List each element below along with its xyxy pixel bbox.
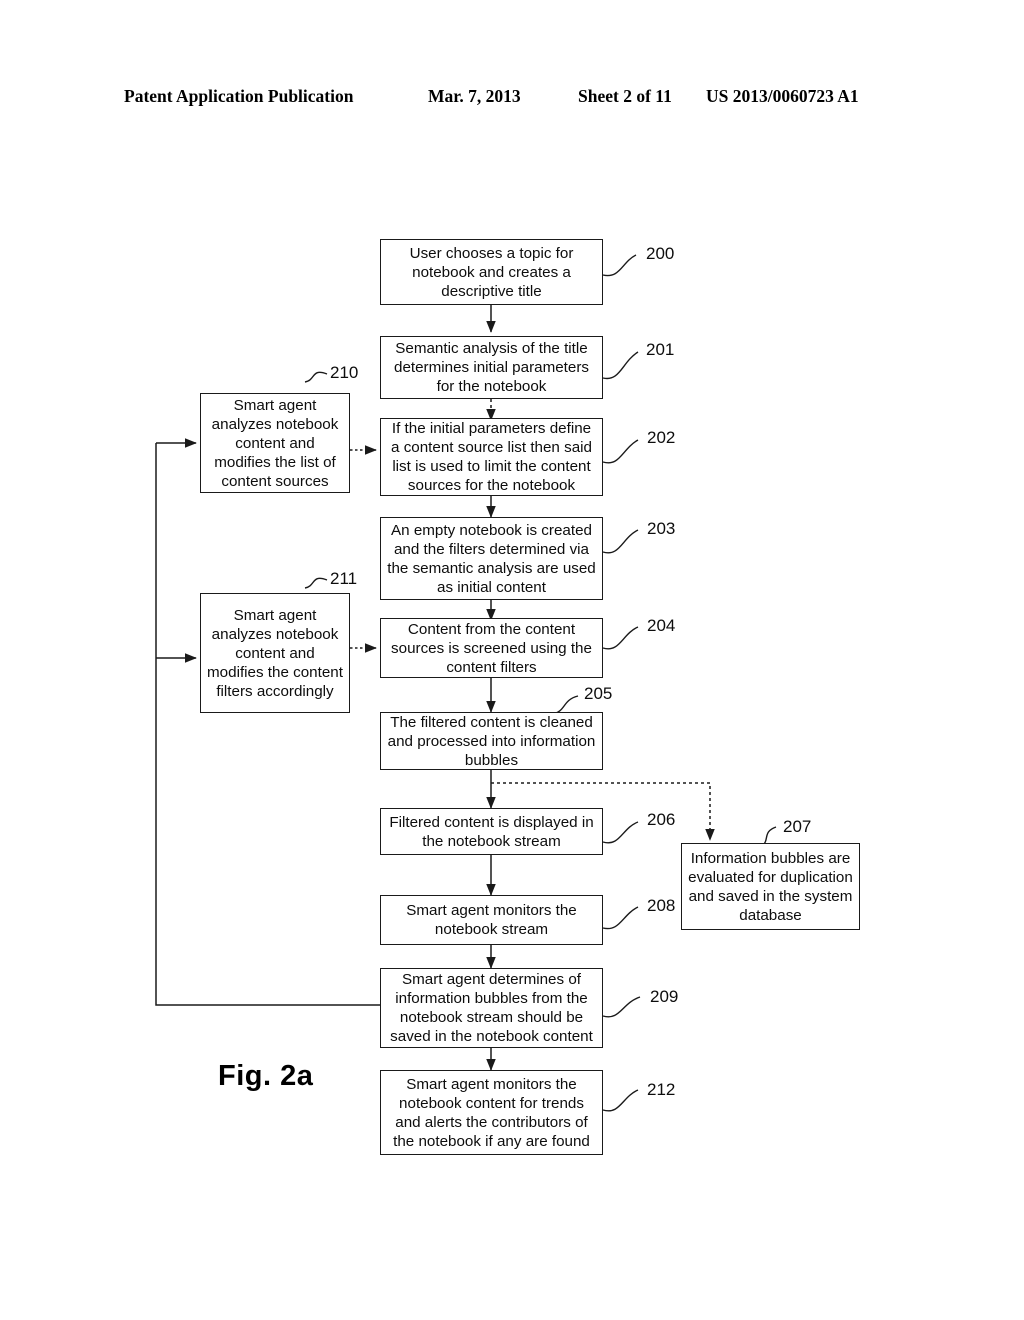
- ref-numeral-211: 211: [330, 569, 358, 588]
- flow-node-206-label: Filtered content is displayed in the not…: [389, 813, 594, 850]
- flow-node-203-label: An empty notebook is created and the fil…: [387, 521, 596, 596]
- flow-node-200-label: User chooses a topic for notebook and cr…: [409, 244, 574, 300]
- ref-numeral-203: 203: [647, 519, 676, 538]
- flowchart-figure: User chooses a topic for notebook and cr…: [0, 0, 1024, 1320]
- flow-node-208-label: Smart agent monitors the notebook stream: [406, 902, 577, 938]
- ref-numeral-209: 209: [650, 987, 679, 1006]
- flow-node-208[interactable]: Smart agent monitors the notebook stream: [380, 895, 603, 945]
- ref-numeral-208: 208: [647, 896, 676, 915]
- flow-node-201[interactable]: Semantic analysis of the title determine…: [380, 336, 603, 399]
- ref-numeral-202: 202: [647, 428, 676, 447]
- ref-numeral-200: 200: [646, 244, 675, 263]
- ref-numeral-204: 204: [647, 616, 676, 635]
- ref-numeral-212: 212: [647, 1080, 676, 1099]
- flow-node-212[interactable]: Smart agent monitors the notebook conten…: [380, 1070, 603, 1155]
- ref-numeral-207: 207: [783, 817, 812, 836]
- flow-node-207-label: Information bubbles are evaluated for du…: [688, 849, 853, 924]
- flow-node-204[interactable]: Content from the content sources is scre…: [380, 618, 603, 678]
- flow-node-210[interactable]: Smart agent analyzes notebook content an…: [200, 393, 350, 493]
- flow-node-203[interactable]: An empty notebook is created and the fil…: [380, 517, 603, 600]
- flow-node-211-label: Smart agent analyzes notebook content an…: [207, 606, 343, 700]
- flow-node-205[interactable]: The filtered content is cleaned and proc…: [380, 712, 603, 770]
- flow-node-206[interactable]: Filtered content is displayed in the not…: [380, 808, 603, 855]
- flow-node-205-label: The filtered content is cleaned and proc…: [387, 713, 596, 769]
- ref-numeral-206: 206: [647, 810, 676, 829]
- flow-node-209-label: Smart agent determines of information bu…: [390, 971, 593, 1045]
- flow-node-202[interactable]: If the initial parameters define a conte…: [380, 418, 603, 496]
- ref-numeral-205: 205: [584, 684, 613, 703]
- flow-node-210-label: Smart agent analyzes notebook content an…: [211, 396, 339, 490]
- ref-numeral-201: 201: [646, 340, 675, 359]
- flow-node-201-label: Semantic analysis of the title determine…: [394, 340, 589, 395]
- flow-node-212-label: Smart agent monitors the notebook conten…: [393, 1075, 590, 1150]
- ref-numeral-210: 210: [330, 363, 359, 382]
- flow-node-207[interactable]: Information bubbles are evaluated for du…: [681, 843, 860, 930]
- figure-caption: Fig. 2a: [218, 1060, 314, 1092]
- flow-node-202-label: If the initial parameters define a conte…: [391, 420, 592, 494]
- flow-node-211[interactable]: Smart agent analyzes notebook content an…: [200, 593, 350, 713]
- flow-node-204-label: Content from the content sources is scre…: [391, 620, 592, 676]
- flow-node-209[interactable]: Smart agent determines of information bu…: [380, 968, 603, 1048]
- flow-node-200[interactable]: User chooses a topic for notebook and cr…: [380, 239, 603, 305]
